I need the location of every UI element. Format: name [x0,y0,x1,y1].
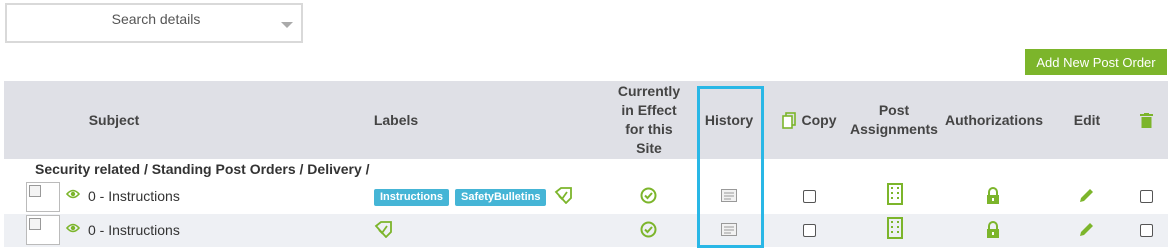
search-details-select[interactable]: Search details [5,3,303,43]
search-placeholder: Search details [111,11,201,27]
delete-checkbox[interactable] [1140,190,1153,203]
header-edit: Edit [1073,111,1101,128]
eye-icon[interactable] [66,222,80,234]
header-post-line2: Assignments [850,121,938,137]
header-copy-label: Copy [801,111,837,128]
delete-checkbox[interactable] [1140,224,1153,237]
label-tag[interactable]: Instructions [374,189,449,206]
check-circle-icon [640,187,657,204]
header-copy: Copy [776,81,842,159]
pencil-icon[interactable] [1078,187,1095,204]
chevron-down-icon[interactable] [281,22,293,28]
table-header: Subject Labels Currently in Effect for t… [4,81,1168,159]
lock-icon[interactable] [986,221,1000,239]
table-row: 0 - Instructions Instructions SafetyBull… [4,180,1168,213]
header-post-assignments: Post Assignments [846,81,942,159]
header-current-line4: Site [636,140,662,156]
subject-link[interactable]: 0 - Instructions [88,188,180,204]
header-post-line1: Post [878,102,910,118]
thumbnail-image [26,182,60,212]
copy-checkbox[interactable] [803,190,816,203]
lock-icon[interactable] [986,187,1000,205]
check-circle-icon [640,221,657,238]
history-icon[interactable] [721,189,737,202]
copy-icon [781,111,796,129]
header-current-line2: in Effect [621,102,677,118]
tag-icon[interactable] [554,187,573,204]
header-history: History [704,111,754,128]
header-authorizations: Authorizations [945,111,1043,128]
header-subject[interactable]: Subject [64,81,164,159]
header-current-line3: for this [625,121,673,137]
pencil-icon[interactable] [1078,221,1095,238]
eye-icon[interactable] [66,188,80,200]
header-currently-in-effect: Currently in Effect for this Site [602,81,696,159]
thumbnail-image [26,215,60,245]
building-icon[interactable] [887,183,903,205]
subject-link[interactable]: 0 - Instructions [88,222,180,238]
label-tag[interactable]: SafetyBulletins [455,189,547,206]
group-title: Security related / Standing Post Orders … [35,161,370,177]
add-new-post-order-button[interactable]: Add New Post Order [1025,49,1167,75]
header-labels: Labels [373,111,419,128]
tag-icon[interactable] [374,221,393,238]
copy-checkbox[interactable] [803,224,816,237]
header-current-line1: Currently [617,83,681,99]
history-icon[interactable] [721,223,737,236]
building-icon[interactable] [887,217,903,239]
table-row: 0 - Instructions [4,214,1168,247]
header-delete [1136,81,1156,159]
trash-icon[interactable] [1139,112,1153,128]
